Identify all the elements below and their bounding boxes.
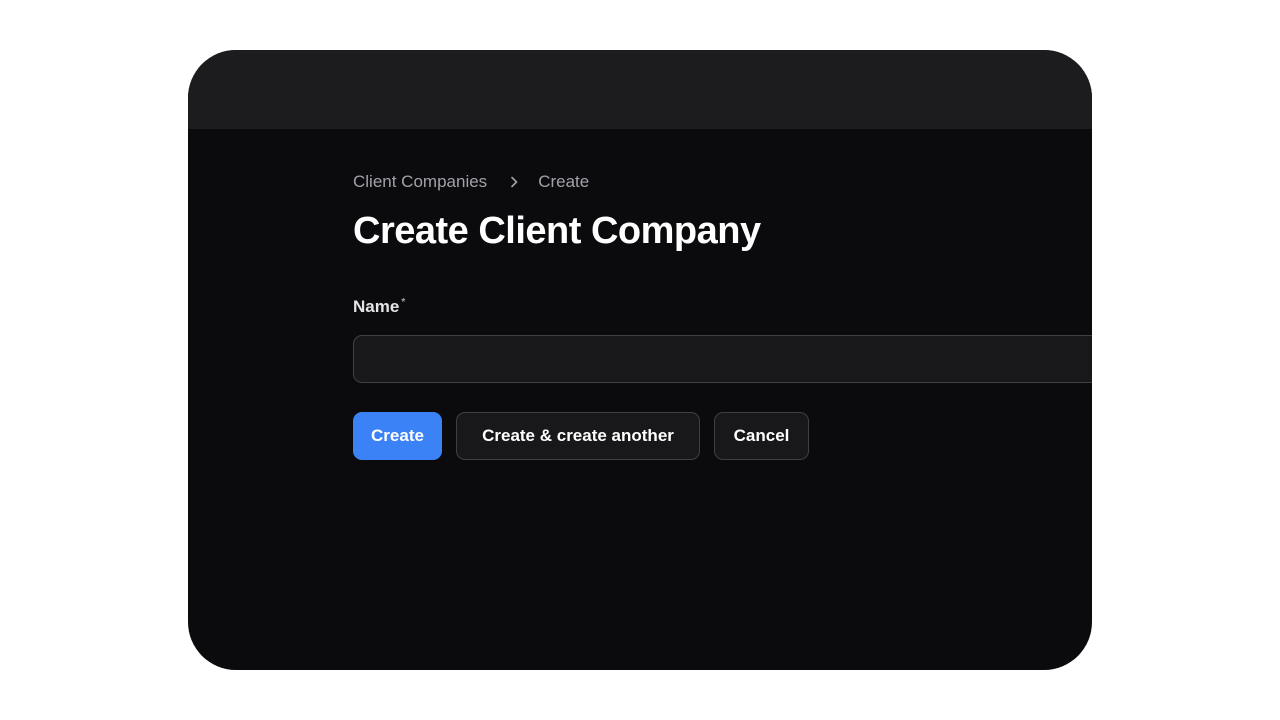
chevron-right-icon bbox=[507, 175, 521, 189]
page-title: Create Client Company bbox=[353, 210, 761, 252]
name-label-text: Name bbox=[353, 297, 400, 316]
breadcrumb: Client Companies Create bbox=[353, 171, 1092, 193]
breadcrumb-item-client-companies[interactable]: Client Companies bbox=[353, 172, 487, 192]
form-actions: Create Create & create another Cancel bbox=[353, 412, 1092, 460]
app-window: Client Companies Create Create Client Co… bbox=[188, 50, 1092, 670]
cancel-button[interactable]: Cancel bbox=[714, 412, 809, 460]
create-button[interactable]: Create bbox=[353, 412, 442, 460]
create-another-button[interactable]: Create & create another bbox=[456, 412, 700, 460]
required-mark: * bbox=[401, 297, 406, 308]
breadcrumb-item-create: Create bbox=[538, 172, 590, 191]
main-content: Client Companies Create Create Client Co… bbox=[353, 171, 1092, 460]
name-field-label: Name * bbox=[353, 297, 1092, 319]
name-input[interactable] bbox=[353, 335, 1092, 383]
top-bar bbox=[188, 50, 1092, 129]
